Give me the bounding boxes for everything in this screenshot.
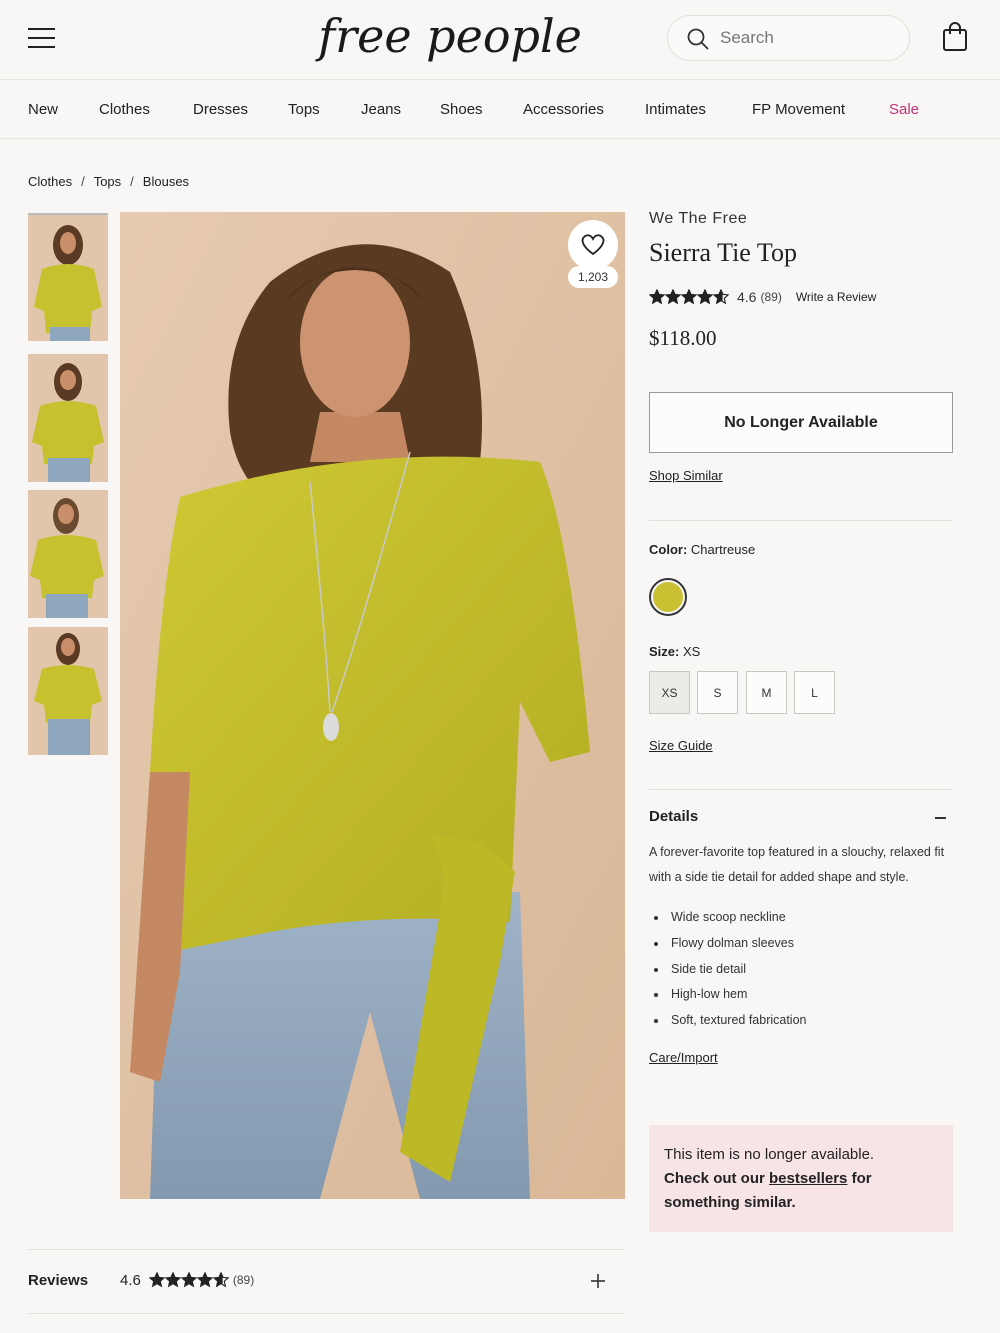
breadcrumb: Clothes / Tops / Blouses (28, 174, 189, 189)
product-rating: 4.6 (89) Write a Review (649, 288, 876, 308)
product-title: Sierra Tie Top (649, 238, 797, 267)
star-rating-icon (148, 1272, 229, 1288)
nav-item-dresses[interactable]: Dresses (193, 101, 248, 118)
list-item: Wide scoop neckline (649, 905, 807, 931)
notice-line-2: Check out our bestsellers for something … (664, 1170, 872, 1211)
feature-list: Wide scoop neckline Flowy dolman sleeves… (649, 905, 807, 1034)
main-nav: New Clothes Dresses Tops Jeans Shoes Acc… (0, 81, 1000, 139)
star-icon (712, 289, 729, 305)
search-box[interactable] (667, 15, 910, 61)
product-thumbnail[interactable] (28, 213, 108, 341)
color-label: Color: Chartreuse (649, 542, 756, 557)
size-label: Size: XS (649, 644, 701, 659)
star-icon (664, 289, 682, 305)
size-value: XS (682, 644, 701, 659)
nav-item-shoes[interactable]: Shoes (440, 101, 483, 118)
main-product-image[interactable] (120, 212, 625, 1199)
no-longer-available-button[interactable]: No Longer Available (649, 392, 953, 453)
reviews-rating-value: 4.6 (120, 1271, 141, 1289)
product-thumbnail[interactable] (28, 490, 108, 618)
color-swatch-chartreuse[interactable] (649, 578, 687, 616)
free-people-logo[interactable]: free people (300, 2, 600, 78)
breadcrumb-separator: / (81, 174, 85, 189)
shopping-bag-icon[interactable] (942, 22, 968, 52)
star-icon (164, 1272, 182, 1288)
heart-icon (581, 234, 605, 256)
product-thumbnail[interactable] (28, 354, 108, 482)
favorite-button[interactable] (568, 220, 618, 270)
collapse-minus-icon[interactable] (935, 817, 946, 819)
divider (649, 789, 953, 790)
reviews-rating: 4.6 (89) (120, 1271, 254, 1289)
star-rating-icon (649, 289, 729, 305)
list-item: High-low hem (649, 982, 807, 1008)
nav-item-tops[interactable]: Tops (288, 101, 320, 118)
star-icon (696, 289, 714, 305)
star-icon (180, 1272, 198, 1288)
search-input[interactable] (720, 24, 900, 52)
logo-text: free people (315, 9, 582, 63)
reviews-count: (89) (232, 1273, 255, 1288)
star-icon (148, 1272, 166, 1288)
breadcrumb-blouses[interactable]: Blouses (143, 174, 189, 189)
star-icon (649, 289, 666, 305)
reviews-heading[interactable]: Reviews (28, 1272, 88, 1289)
list-item: Side tie detail (649, 957, 807, 983)
nav-item-new[interactable]: New (28, 101, 58, 118)
size-option-l[interactable]: L (794, 671, 835, 714)
product-thumbnail[interactable] (28, 627, 108, 755)
shop-similar-link[interactable]: Shop Similar (649, 468, 723, 483)
breadcrumb-tops[interactable]: Tops (94, 174, 121, 189)
nav-item-fp-movement[interactable]: FP Movement (752, 101, 845, 118)
star-icon (196, 1272, 214, 1288)
breadcrumb-separator: / (130, 174, 134, 189)
size-option-xs[interactable]: XS (649, 671, 690, 714)
size-guide-link[interactable]: Size Guide (649, 738, 713, 753)
search-icon (687, 28, 709, 50)
star-icon (680, 289, 698, 305)
divider (28, 1249, 624, 1250)
bestsellers-link[interactable]: bestsellers (769, 1170, 847, 1187)
expand-plus-icon[interactable] (590, 1273, 606, 1289)
divider (28, 1313, 624, 1314)
size-option-m[interactable]: M (746, 671, 787, 714)
divider (649, 520, 953, 521)
care-import-link[interactable]: Care/Import (649, 1050, 718, 1065)
site-header: free people (0, 0, 1000, 80)
product-brand[interactable]: We The Free (649, 210, 747, 228)
nav-item-clothes[interactable]: Clothes (99, 101, 150, 118)
nav-item-jeans[interactable]: Jeans (361, 101, 401, 118)
notice-line-1: This item is no longer available. (664, 1146, 875, 1163)
favorite-count: 1,203 (568, 266, 618, 288)
breadcrumb-clothes[interactable]: Clothes (28, 174, 72, 189)
star-icon (212, 1272, 229, 1288)
list-item: Soft, textured fabrication (649, 1008, 807, 1034)
product-description: A forever-favorite top featured in a slo… (649, 845, 945, 884)
hamburger-menu-icon[interactable] (28, 28, 55, 48)
write-review-link[interactable]: Write a Review (796, 290, 876, 304)
rating-value: 4.6 (737, 289, 757, 306)
nav-item-accessories[interactable]: Accessories (523, 101, 604, 118)
color-value: Chartreuse (690, 542, 756, 557)
size-option-s[interactable]: S (697, 671, 738, 714)
details-heading[interactable]: Details (649, 808, 698, 825)
list-item: Flowy dolman sleeves (649, 931, 807, 957)
unavailable-notice: This item is no longer available. Check … (649, 1125, 953, 1232)
review-count: (89) (760, 290, 782, 305)
product-price: $118.00 (649, 326, 717, 350)
nav-item-sale[interactable]: Sale (889, 101, 919, 118)
nav-item-intimates[interactable]: Intimates (645, 101, 706, 118)
